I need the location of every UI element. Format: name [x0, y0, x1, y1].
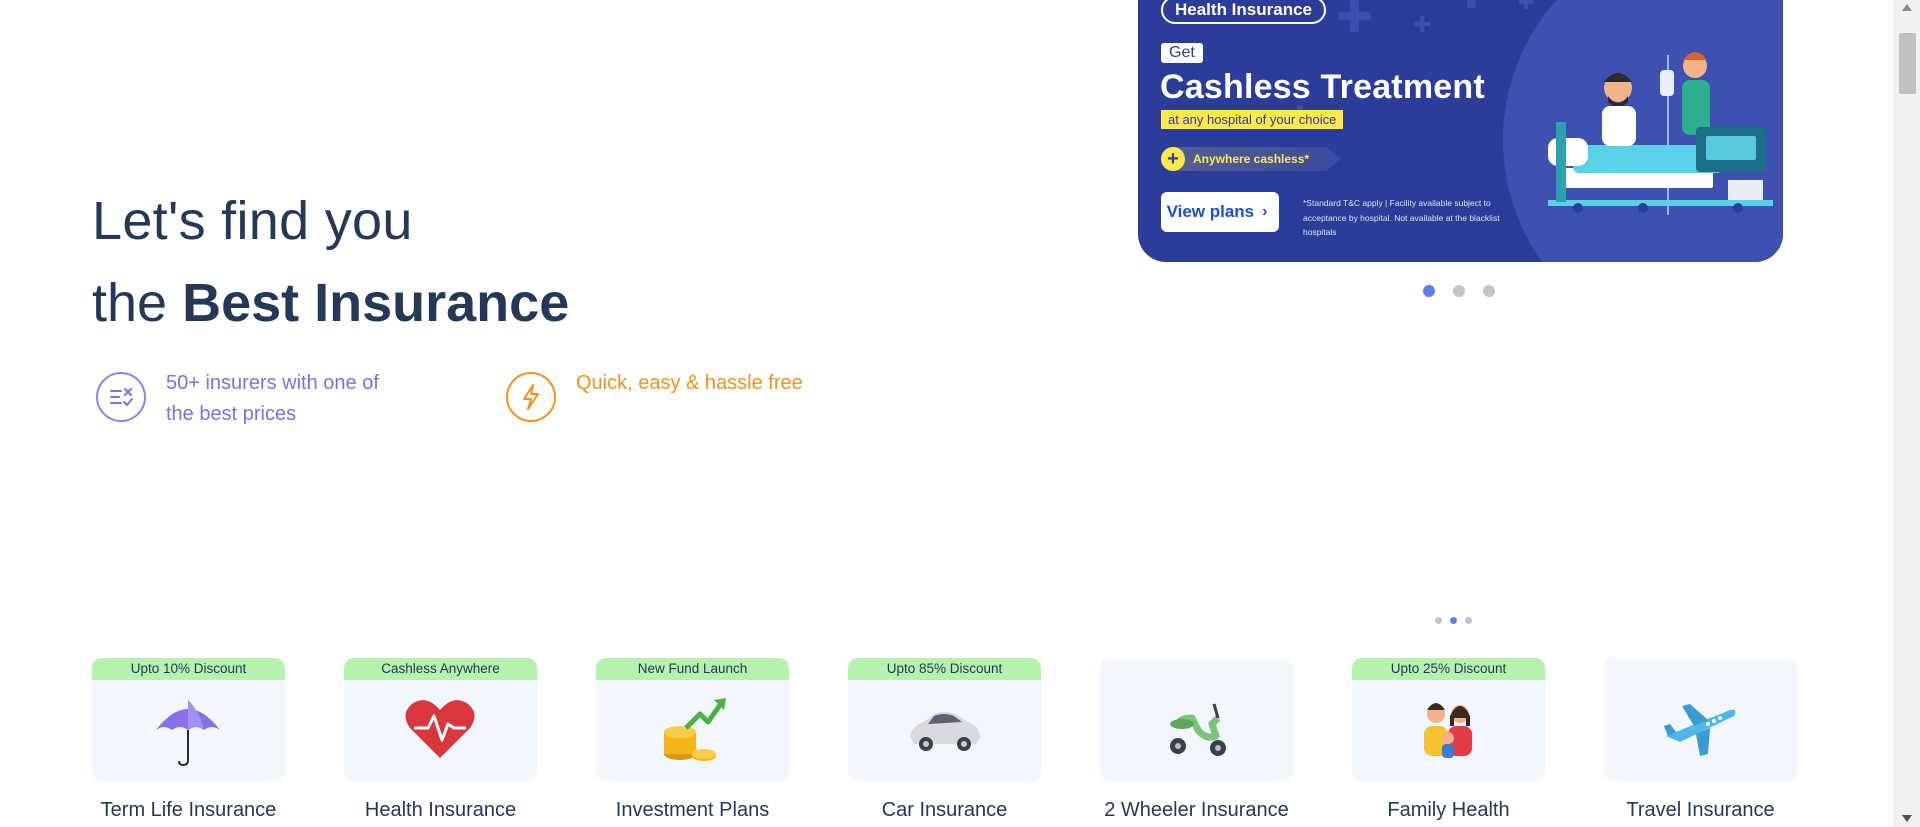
product-card[interactable]: Upto 85% Discount [848, 658, 1041, 781]
banner-carousel-dots [1423, 285, 1495, 297]
product-label: Health Insurance [364, 799, 517, 821]
product-badge: New Fund Launch [596, 658, 789, 680]
family-icon [1424, 703, 1472, 758]
health-insurance-banner[interactable]: ✚ ✚ ✚ ✚ ✚ Health Insurance Get Cashless … [1138, 0, 1783, 262]
plus-icon: + [1161, 147, 1185, 171]
product-card[interactable]: New Fund Launch [596, 658, 789, 781]
products-dot[interactable] [1450, 617, 1457, 624]
cross-decoration: ✚ [1336, 0, 1373, 42]
product-badge: Upto 85% Discount [848, 658, 1041, 680]
cross-decoration: ✚ [1413, 12, 1432, 37]
view-plans-label: View plans [1166, 202, 1255, 221]
hero-heading: Let's find you the Best Insurance [92, 180, 569, 344]
cross-decoration: ✚ [1518, 0, 1535, 14]
coins-growth-icon [664, 698, 726, 761]
product-card[interactable] [1100, 658, 1293, 781]
products-carousel-dots [1435, 617, 1472, 624]
scroll-down-arrow-icon[interactable] [1902, 815, 1912, 822]
banner-pill: + Anywhere cashless* [1161, 147, 1341, 171]
product-investment[interactable]: New Fund Launch Investment Plans [596, 658, 789, 822]
product-label: Car Insurance [881, 799, 1008, 821]
feature-quick-text: Quick, easy & hassle free [576, 372, 803, 394]
product-label: Travel Insurance [1626, 799, 1775, 821]
hero-line-2: the Best Insurance [92, 262, 569, 344]
page-scrollbar[interactable] [1894, 0, 1920, 827]
product-card[interactable] [1604, 658, 1797, 781]
product-term-life[interactable]: Upto 10% Discount Term Life Insurance [92, 658, 285, 822]
product-family-health[interactable]: Upto 25% Discount Family Health [1352, 658, 1545, 822]
lightning-icon [506, 372, 556, 422]
feature-insurers-text: 50+ insurers with one of the best prices [166, 372, 379, 425]
car-icon [910, 712, 980, 751]
product-label: Investment Plans [615, 799, 770, 821]
banner-headline: Cashless Treatment [1160, 68, 1485, 106]
product-card[interactable]: Upto 10% Discount [92, 658, 285, 781]
hero-line-2-bold: Best Insurance [182, 273, 570, 333]
product-card[interactable]: Cashless Anywhere [344, 658, 537, 781]
compare-icon [96, 372, 146, 422]
banner-tag: Health Insurance [1161, 0, 1326, 24]
product-label: Family Health [1387, 799, 1510, 821]
scooter-icon [1170, 703, 1226, 756]
products-dot[interactable] [1435, 617, 1442, 624]
heart-pulse-icon [405, 700, 475, 758]
airplane-icon [1664, 704, 1736, 756]
product-card[interactable]: Upto 25% Discount [1352, 658, 1545, 781]
carousel-dot[interactable] [1453, 285, 1465, 297]
product-badge: Upto 10% Discount [92, 658, 285, 680]
cross-decoration: ✚ [1453, 0, 1490, 19]
product-label: Term Life Insurance [100, 799, 277, 821]
banner-subline: at any hospital of your choice [1161, 110, 1344, 129]
products-dot[interactable] [1465, 617, 1472, 624]
carousel-dot[interactable] [1423, 285, 1435, 297]
product-travel[interactable]: Travel Insurance [1604, 658, 1797, 822]
product-health[interactable]: Cashless Anywhere Health Insurance [344, 658, 537, 822]
hero-line-2-prefix: the [92, 273, 183, 333]
scroll-thumb[interactable] [1899, 33, 1916, 94]
banner-disclaimer: *Standard T&C apply | Facility available… [1303, 198, 1500, 237]
chevron-right-icon: › [1262, 203, 1268, 220]
hero-line-1: Let's find you [92, 191, 413, 251]
banner-pill-text: Anywhere cashless* [1193, 152, 1310, 166]
carousel-dot[interactable] [1483, 285, 1495, 297]
product-badge: Cashless Anywhere [344, 658, 537, 680]
product-badge: Upto 25% Discount [1352, 658, 1545, 680]
banner-get-label: Get [1161, 43, 1203, 63]
feature-quick: Quick, easy & hassle free [506, 368, 806, 422]
product-car[interactable]: Upto 85% Discount Car Insurance [848, 658, 1041, 822]
product-label: 2 Wheeler Insurance [1104, 799, 1289, 821]
scroll-up-arrow-icon[interactable] [1902, 4, 1912, 11]
view-plans-button[interactable]: View plans › [1161, 192, 1279, 232]
feature-insurers: 50+ insurers with one of the best prices [96, 368, 396, 430]
hospital-illustration-icon [1548, 52, 1773, 215]
product-two-wheeler[interactable]: 2 Wheeler Insurance [1100, 658, 1293, 822]
umbrella-icon [156, 700, 220, 767]
